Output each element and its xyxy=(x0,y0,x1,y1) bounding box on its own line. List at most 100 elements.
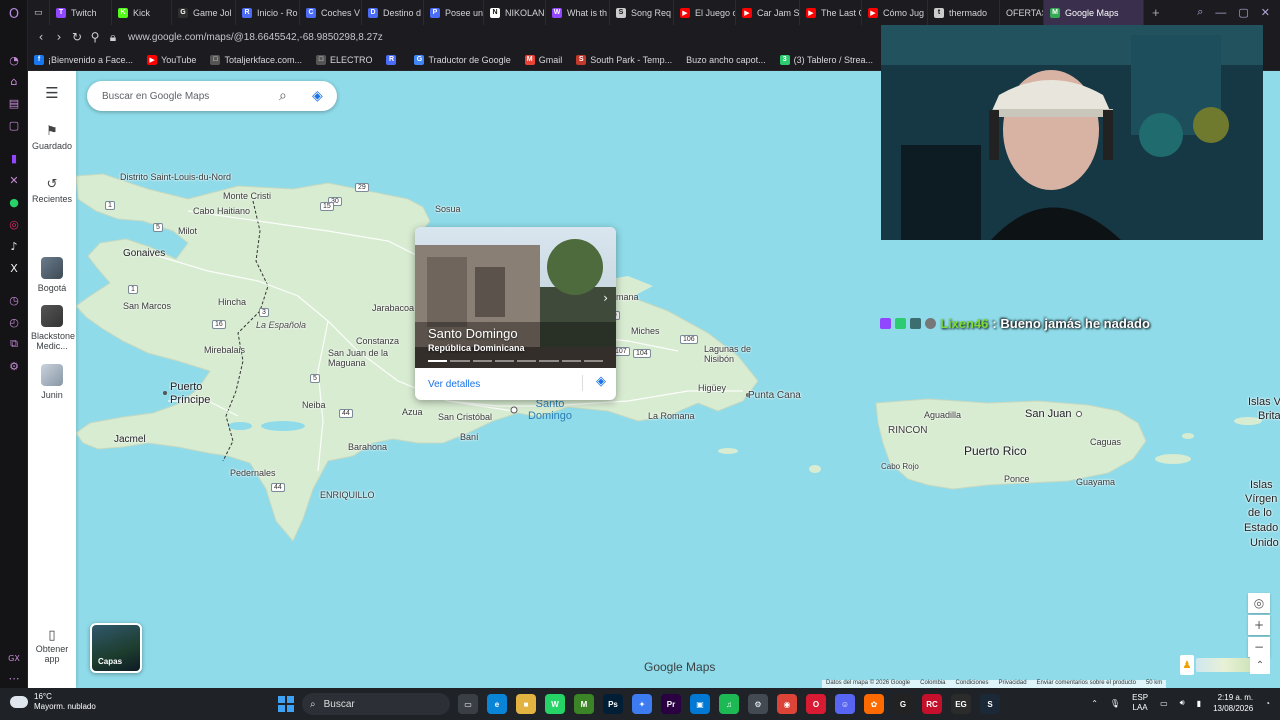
tray-chevron-icon[interactable]: ⌃ xyxy=(1091,699,1098,708)
sidebar-player-icon[interactable]: ▤ xyxy=(6,95,22,111)
sidebar-instagram-icon[interactable]: ◎ xyxy=(6,216,22,232)
taskbar-app-2[interactable]: ■ xyxy=(516,694,536,714)
bookmark-2[interactable]: □ Totaljerkface.com... xyxy=(204,54,308,65)
tab-10[interactable]: ▶ El Juego c xyxy=(674,0,736,25)
sidebar-ai-icon[interactable]: ◔ xyxy=(6,52,22,68)
tab-12[interactable]: ▶ The Last C xyxy=(800,0,862,25)
details-link[interactable]: Ver detalles xyxy=(428,379,480,390)
recent-place-1[interactable]: Blackstone Medic... xyxy=(28,305,76,351)
tab-11[interactable]: ▶ Car Jam S xyxy=(736,0,800,25)
footer-terms[interactable]: Condiciones xyxy=(956,680,989,688)
footer-feedback[interactable]: Enviar comentarios sobre el producto xyxy=(1037,680,1136,688)
tab-14[interactable]: t thermado xyxy=(928,0,1000,25)
taskbar-app-14[interactable]: ✿ xyxy=(864,694,884,714)
tab-15[interactable]: OFERTAS xyxy=(1000,0,1044,25)
taskbar-app-4[interactable]: M xyxy=(574,694,594,714)
place-card[interactable]: Santo Domingo República Dominicana › Ver… xyxy=(415,227,616,400)
tab-5[interactable]: D Destino d xyxy=(362,0,424,25)
zoom-out-button[interactable]: − xyxy=(1248,637,1270,657)
search-icon[interactable]: ⌕ xyxy=(279,88,287,104)
tab-13[interactable]: ▶ Cómo Jug xyxy=(862,0,928,25)
reload-icon[interactable]: ↻ xyxy=(68,30,86,44)
sidebar-twitch-icon[interactable]: ▮ xyxy=(6,150,22,166)
sidebar-messenger-icon[interactable]: ▢ xyxy=(6,117,22,133)
layers-button[interactable]: Capas xyxy=(90,623,142,673)
maximize-icon[interactable]: ▢ xyxy=(1238,6,1248,19)
bookmark-8[interactable]: Buzo ancho capot... xyxy=(680,55,772,65)
tab-6[interactable]: P Posee un xyxy=(424,0,484,25)
bookmark-6[interactable]: M Gmail xyxy=(519,54,569,65)
taskbar-app-12[interactable]: O xyxy=(806,694,826,714)
tab-2[interactable]: G Game Jol xyxy=(172,0,236,25)
footer-privacy[interactable]: Privacidad xyxy=(999,680,1027,688)
my-location-icon[interactable]: ◎ xyxy=(1248,593,1270,613)
footer-country[interactable]: Colombia xyxy=(920,680,945,688)
bookmark-7[interactable]: S South Park - Temp... xyxy=(570,54,678,65)
search-tabs-icon[interactable]: ⌕ xyxy=(1197,6,1203,19)
tab-4[interactable]: C Coches V xyxy=(300,0,362,25)
taskbar-app-3[interactable]: W xyxy=(545,694,565,714)
taskbar-search[interactable]: ⌕ Buscar xyxy=(302,693,450,715)
new-tab-button[interactable]: + xyxy=(1144,5,1168,20)
bookmark-3[interactable]: □ ELECTRO xyxy=(310,54,379,65)
tab-0[interactable]: T Twitch xyxy=(50,0,112,25)
next-photo-icon[interactable]: › xyxy=(603,291,608,305)
back-icon[interactable]: ‹ xyxy=(32,30,50,44)
taskbar-app-1[interactable]: e xyxy=(487,694,507,714)
bookmark-5[interactable]: G Traductor de Google xyxy=(408,54,516,65)
taskbar-app-9[interactable]: ♫ xyxy=(719,694,739,714)
expand-icon[interactable]: ⌃ xyxy=(1250,656,1270,674)
tab-16[interactable]: M Google Maps xyxy=(1044,0,1144,25)
taskbar-app-7[interactable]: Pr xyxy=(661,694,681,714)
bookmark-4[interactable]: R xyxy=(380,54,406,65)
taskbar-app-15[interactable]: G xyxy=(893,694,913,714)
taskbar-app-11[interactable]: ◉ xyxy=(777,694,797,714)
taskbar-app-0[interactable]: ▭ xyxy=(458,694,478,714)
volume-icon[interactable]: 🔊︎ xyxy=(1180,698,1185,708)
sidebar-flow-icon[interactable]: ⌂ xyxy=(6,73,22,89)
taskbar-app-10[interactable]: ⚙ xyxy=(748,694,768,714)
sidebar-gx-icon[interactable]: GX xyxy=(6,650,22,666)
zoom-in-button[interactable]: + xyxy=(1248,615,1270,635)
forward-icon[interactable]: › xyxy=(50,30,68,44)
recent-button[interactable]: ↺ Recientes xyxy=(28,178,76,204)
tab-3[interactable]: R Inicio - Ro xyxy=(236,0,300,25)
taskbar-app-18[interactable]: S xyxy=(980,694,1000,714)
card-directions-icon[interactable]: ◈ xyxy=(596,374,606,389)
taskbar-app-13[interactable]: ☺ xyxy=(835,694,855,714)
clock[interactable]: 2:19 a. m. 13/08/2026 xyxy=(1213,692,1253,714)
bookmark-1[interactable]: ▶ YouTube xyxy=(141,54,202,65)
minimize-icon[interactable]: — xyxy=(1215,7,1226,19)
tab-1[interactable]: K Kick xyxy=(112,0,172,25)
taskbar-app-6[interactable]: ✦ xyxy=(632,694,652,714)
recent-place-0[interactable]: Bogotá xyxy=(28,257,76,293)
sidebar-history-icon[interactable]: ◷ xyxy=(6,292,22,308)
bookmark-9[interactable]: 3 (3) Tablero / Strea... xyxy=(774,54,879,65)
start-button[interactable] xyxy=(278,696,294,712)
get-app-button[interactable]: ▯ Obtener app xyxy=(28,629,76,664)
tab-list-icon[interactable]: ▭ xyxy=(28,0,50,25)
sidebar-tiktok-icon[interactable]: ♪ xyxy=(6,238,22,254)
tab-7[interactable]: N NIKOLANI xyxy=(484,0,546,25)
search-input[interactable] xyxy=(102,90,272,102)
mini-layer-tiles[interactable] xyxy=(1196,658,1252,672)
pegman-icon[interactable]: ♟ xyxy=(1180,655,1194,675)
bookmark-0[interactable]: f ¡Bienvenido a Face... xyxy=(28,54,139,65)
language-indicator[interactable]: ESP LAA xyxy=(1132,693,1148,713)
weather-widget[interactable]: 16°C Mayorm. nublado xyxy=(10,692,96,712)
close-icon[interactable]: ✕ xyxy=(1261,6,1270,19)
sidebar-clock-icon[interactable]: ◴ xyxy=(6,314,22,330)
footer-scale[interactable]: 50 km xyxy=(1146,680,1162,688)
battery-icon[interactable]: ▮ xyxy=(1197,699,1201,708)
taskbar-app-5[interactable]: Ps xyxy=(603,694,623,714)
sidebar-settings-icon[interactable]: ⚙ xyxy=(6,358,22,374)
taskbar-app-8[interactable]: ▣ xyxy=(690,694,710,714)
tab-8[interactable]: W What is th xyxy=(546,0,610,25)
opera-logo-icon[interactable]: O xyxy=(6,6,22,22)
network-icon[interactable]: ▭ xyxy=(1160,699,1168,708)
directions-icon[interactable]: ◈ xyxy=(312,88,323,104)
recent-place-2[interactable]: Junin xyxy=(28,364,76,400)
sidebar-extensions-icon[interactable]: ⧉ xyxy=(6,336,22,352)
sidebar-more-icon[interactable]: ⋯ xyxy=(6,670,22,686)
saved-button[interactable]: ⚑ Guardado xyxy=(28,125,76,151)
